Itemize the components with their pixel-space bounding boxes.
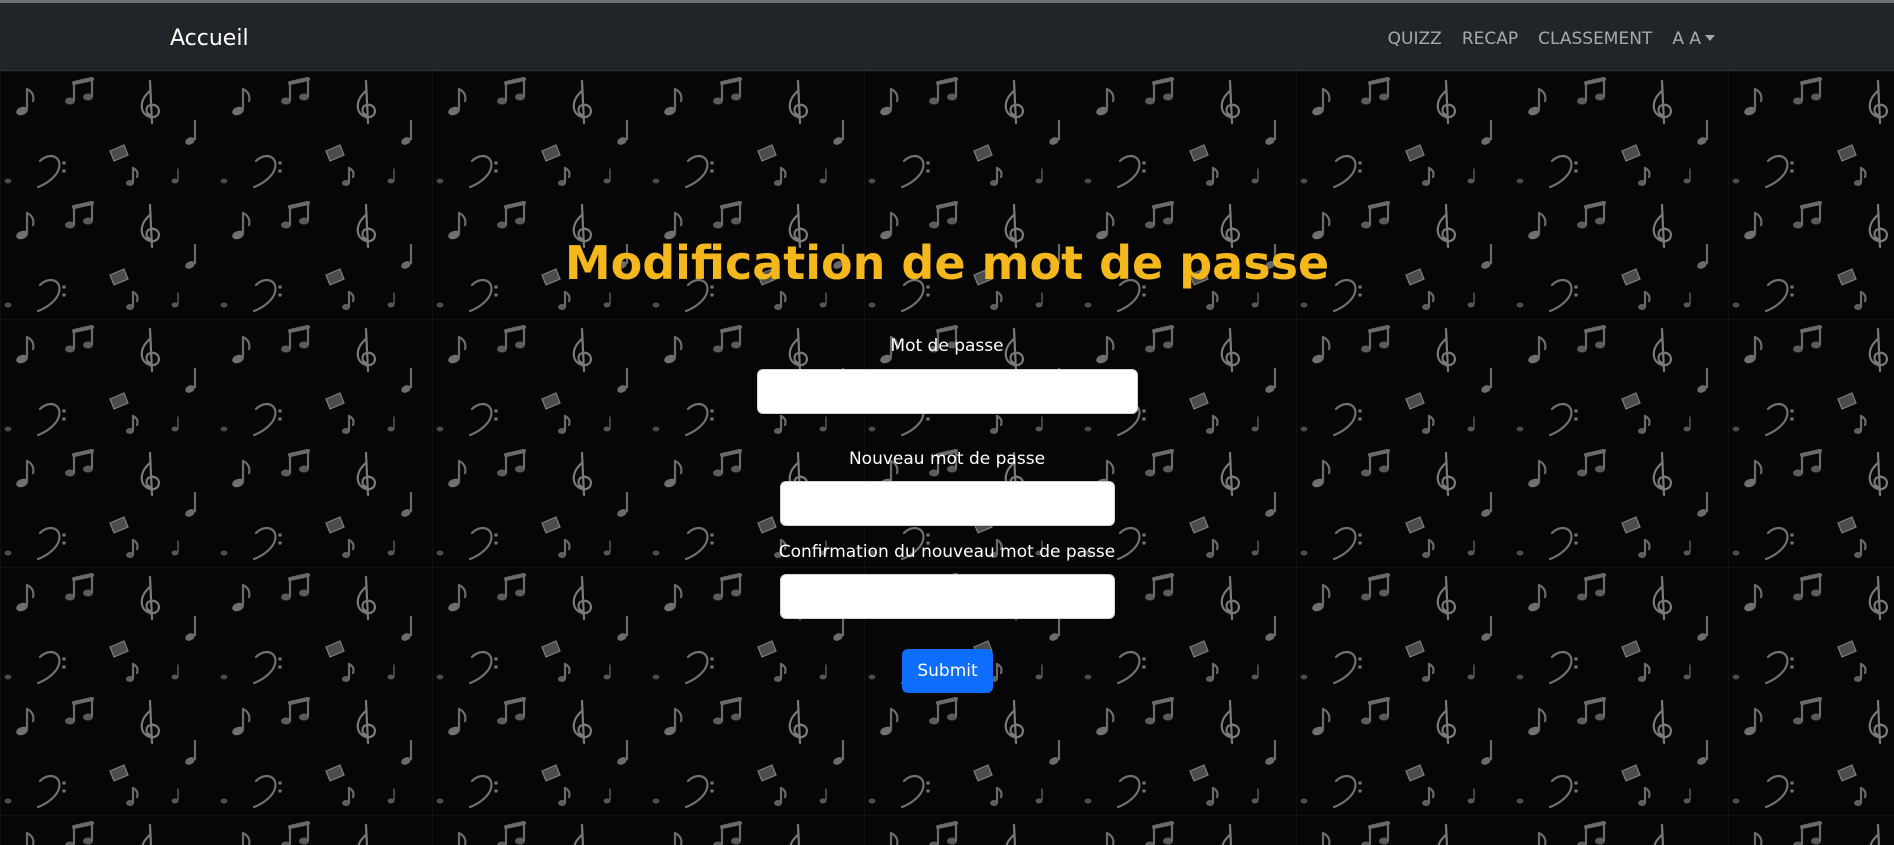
current-password-label: Mot de passe — [890, 336, 1004, 356]
new-password-label: Nouveau mot de passe — [848, 449, 1046, 469]
nav-link-recap[interactable]: RECAP — [1462, 28, 1518, 50]
user-dropdown-label: A A — [1672, 29, 1701, 49]
user-dropdown-toggle[interactable]: A A — [1672, 28, 1715, 50]
confirm-password-label: Confirmation du nouveau mot de passe — [778, 542, 1116, 562]
current-password-input[interactable] — [757, 369, 1138, 414]
page-title: Modification de mot de passe — [564, 236, 1330, 290]
nav-links: QUIZZ RECAP CLASSEMENT A A — [1388, 28, 1715, 50]
confirm-password-input[interactable] — [780, 574, 1115, 619]
nav-link-classement[interactable]: CLASSEMENT — [1538, 28, 1652, 50]
caret-down-icon — [1705, 35, 1715, 41]
submit-button[interactable]: Submit — [902, 649, 993, 693]
new-password-input[interactable] — [780, 481, 1115, 526]
navbar: Accueil QUIZZ RECAP CLASSEMENT A A — [0, 3, 1894, 71]
brand-home-link[interactable]: Accueil — [170, 25, 249, 53]
nav-link-quizz[interactable]: QUIZZ — [1388, 28, 1442, 50]
password-change-form: Modification de mot de passe Mot de pass… — [0, 71, 1894, 845]
